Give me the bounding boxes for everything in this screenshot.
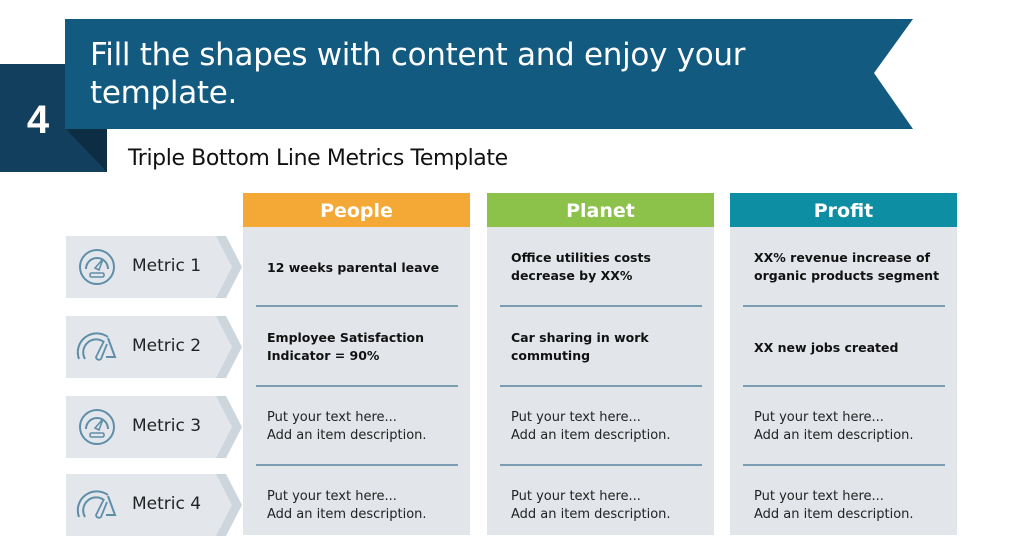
cell-line-2: Add an item description. — [267, 428, 427, 443]
cell-line-1: Put your text here... — [754, 489, 884, 504]
row-divider — [500, 385, 702, 387]
speedometer-circle-icon — [79, 409, 115, 445]
cell-line-1: XX% revenue increase of — [754, 250, 931, 265]
page-title: Fill the shapes with content and enjoy y… — [90, 36, 810, 112]
cell-line-1: Put your text here... — [267, 489, 397, 504]
column-profit: Profit XX% revenue increase of organic p… — [730, 193, 957, 535]
speedometer-circle-icon — [79, 249, 115, 285]
row-divider — [743, 464, 945, 466]
metric-row-4: Metric 4 — [66, 474, 242, 536]
page-title-line-2: template. — [90, 75, 238, 111]
cell-line-1: Put your text here... — [511, 410, 641, 425]
cell-line-2: Add an item description. — [511, 507, 671, 522]
cell-profit-metric-2[interactable]: XX new jobs created — [754, 339, 945, 357]
row-divider — [743, 305, 945, 307]
cell-people-metric-4[interactable]: Put your text here... Add an item descri… — [267, 488, 458, 524]
cell-line-1: Put your text here... — [511, 489, 641, 504]
cell-profit-metric-3[interactable]: Put your text here... Add an item descri… — [754, 409, 945, 445]
metric-row-2: Metric 2 — [66, 316, 242, 378]
metric-label: Metric 3 — [132, 416, 202, 436]
cell-line-2: decrease by XX% — [511, 268, 633, 283]
cell-line-2: Indicator = 90% — [267, 348, 380, 363]
column-header-planet: Planet — [487, 193, 714, 227]
metric-label: Metric 4 — [132, 494, 202, 514]
cell-planet-metric-3[interactable]: Put your text here... Add an item descri… — [511, 409, 702, 445]
cell-line-2: Add an item description. — [267, 507, 427, 522]
metric-label: Metric 2 — [132, 336, 202, 356]
row-divider — [256, 464, 458, 466]
cell-line-2: commuting — [511, 348, 591, 363]
metric-label: Metric 1 — [132, 256, 202, 276]
row-divider — [256, 305, 458, 307]
column-people: People 12 weeks parental leave Employee … — [243, 193, 470, 535]
metric-row-1: Metric 1 — [66, 236, 242, 298]
cell-line-2: organic products segment — [754, 268, 940, 283]
cell-people-metric-3[interactable]: Put your text here... Add an item descri… — [267, 409, 458, 445]
cell-line-2: Add an item description. — [754, 428, 914, 443]
column-planet: Planet Office utilities costs decrease b… — [487, 193, 714, 535]
metric-row-3: Metric 3 — [66, 396, 242, 458]
template-subtitle: Triple Bottom Line Metrics Template — [128, 146, 508, 171]
cell-line-2: Add an item description. — [754, 507, 914, 522]
cell-line-1: XX new jobs created — [754, 340, 899, 355]
cell-line-1: Employee Satisfaction — [267, 330, 425, 345]
cell-profit-metric-1[interactable]: XX% revenue increase of organic products… — [754, 249, 945, 285]
row-divider — [500, 464, 702, 466]
cell-line-1: Put your text here... — [267, 410, 397, 425]
gauge-arc-icon — [76, 490, 117, 519]
cell-line-1: Car sharing in work — [511, 330, 649, 345]
page-title-line-1: Fill the shapes with content and enjoy y… — [90, 37, 746, 73]
row-divider — [500, 305, 702, 307]
cell-planet-metric-2[interactable]: Car sharing in work commuting — [511, 329, 702, 365]
cell-planet-metric-1[interactable]: Office utilities costs decrease by XX% — [511, 249, 702, 285]
cell-line-1: 12 weeks parental leave — [267, 260, 440, 275]
row-divider — [743, 385, 945, 387]
cell-profit-metric-4[interactable]: Put your text here... Add an item descri… — [754, 488, 945, 524]
cell-line-2: Add an item description. — [511, 428, 671, 443]
cell-line-1: Office utilities costs — [511, 250, 651, 265]
column-header-profit: Profit — [730, 193, 957, 227]
cell-planet-metric-4[interactable]: Put your text here... Add an item descri… — [511, 488, 702, 524]
cell-people-metric-1[interactable]: 12 weeks parental leave — [267, 259, 458, 277]
cell-line-1: Put your text here... — [754, 410, 884, 425]
cell-people-metric-2[interactable]: Employee Satisfaction Indicator = 90% — [267, 329, 458, 365]
gauge-arc-icon — [76, 332, 117, 361]
row-divider — [256, 385, 458, 387]
column-header-people: People — [243, 193, 470, 227]
